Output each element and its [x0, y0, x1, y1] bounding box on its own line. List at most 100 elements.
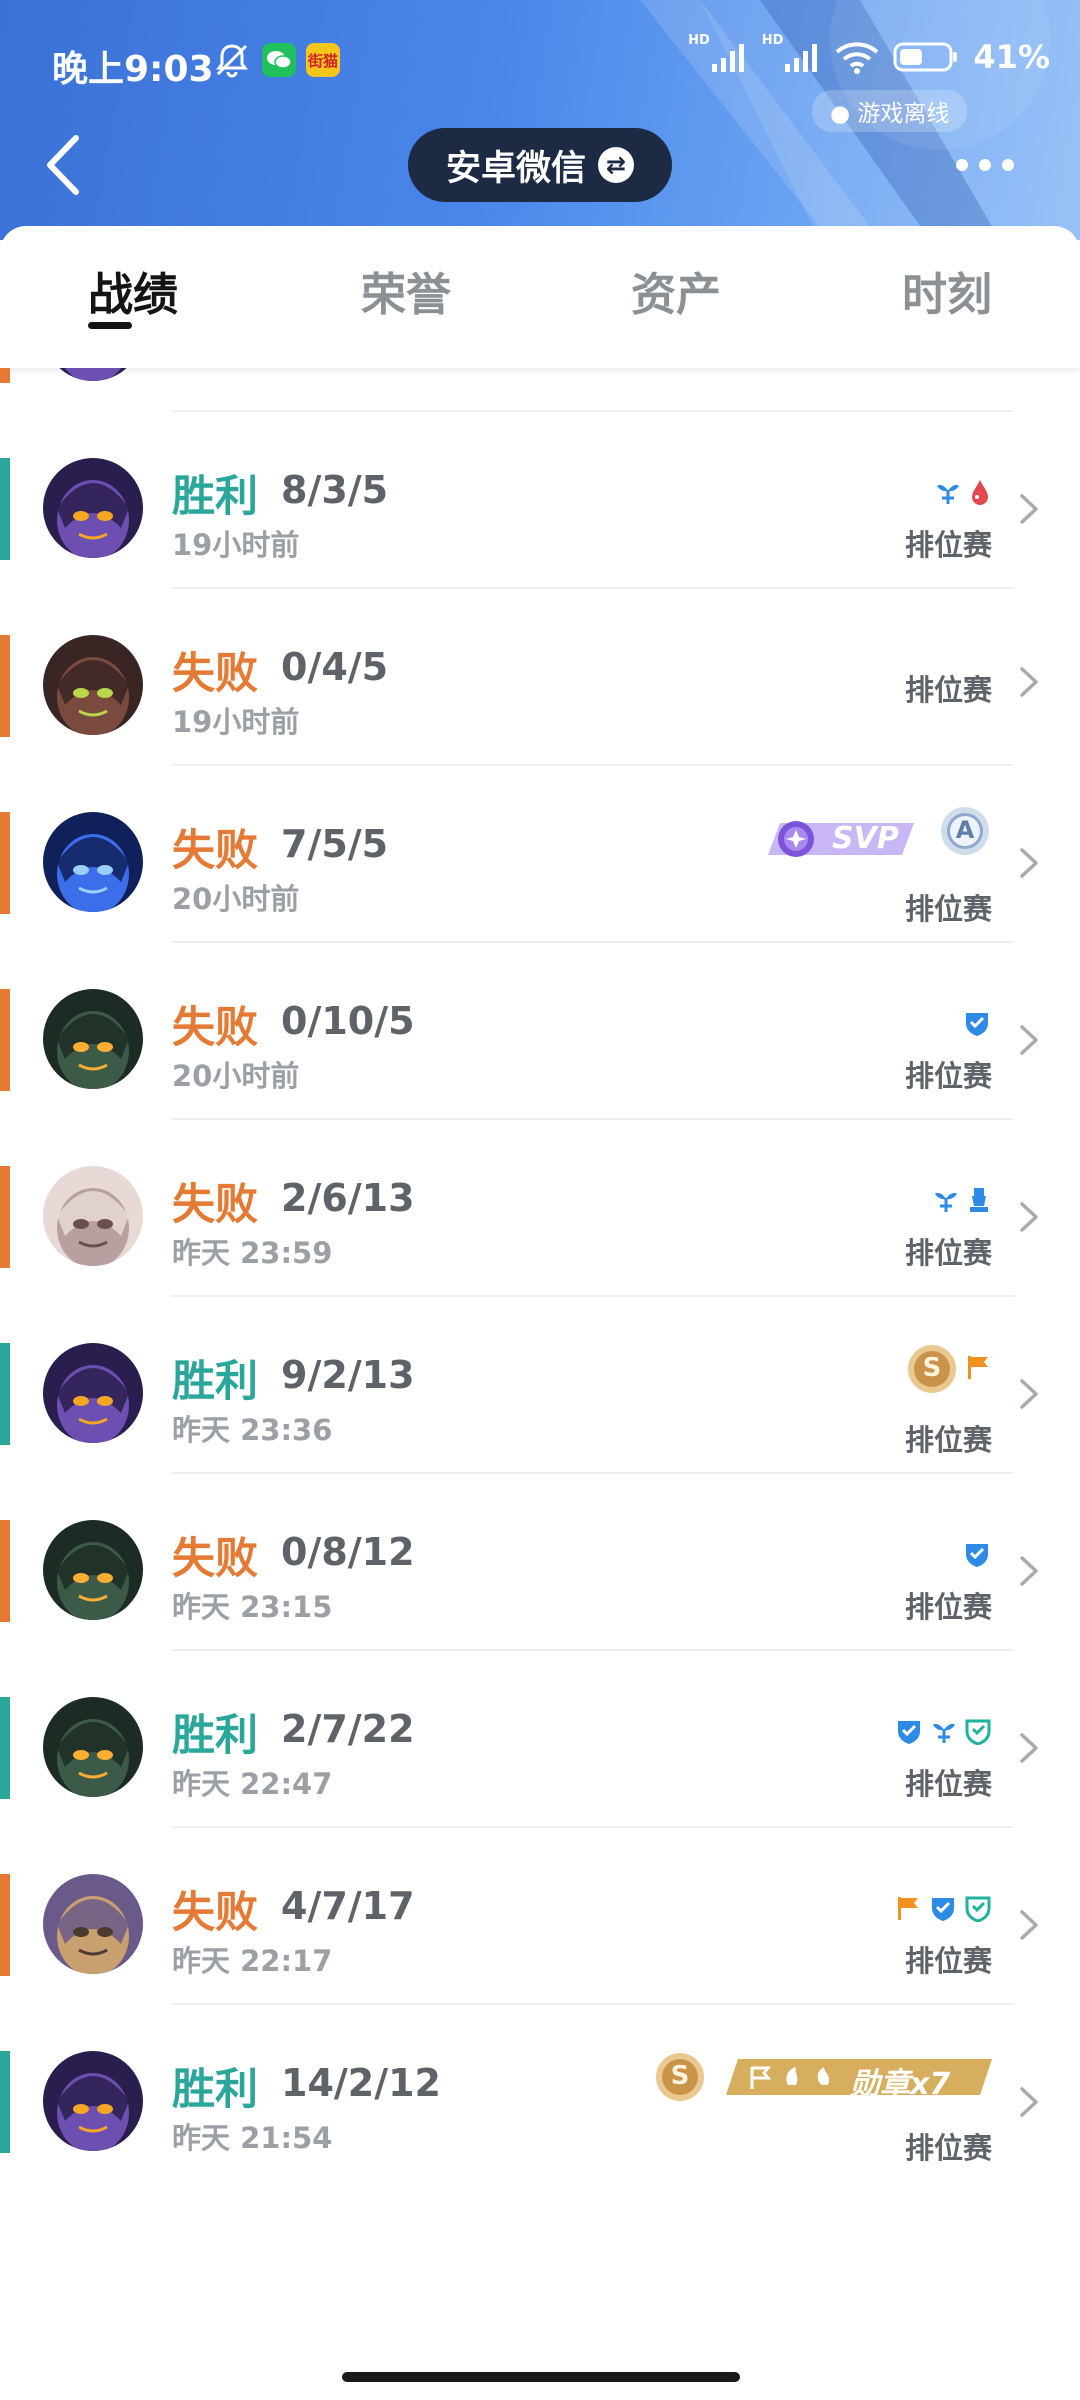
hero-avatar-green-hooded-hero — [43, 1697, 143, 1797]
match-kda: 0/4/5 — [281, 645, 389, 689]
match-badges: SVP A — [766, 807, 992, 866]
match-badges — [962, 1540, 992, 1572]
more-options-icon[interactable] — [956, 145, 1026, 185]
result-indicator — [0, 1697, 10, 1799]
swap-icon: ⇄ — [598, 147, 634, 183]
match-badges — [962, 1009, 992, 1041]
match-row-partial[interactable] — [0, 368, 1080, 412]
match-row[interactable]: 失败 0/10/5 20小时前 排位赛 — [0, 943, 1080, 1120]
sprout-icon — [934, 478, 962, 510]
match-mode: 排位赛 — [904, 2131, 992, 2165]
match-result: 胜利 — [172, 1711, 258, 1761]
grade-label: A — [955, 816, 975, 844]
wechat-icon — [262, 43, 296, 77]
signal-icon-2: HD — [762, 33, 822, 72]
match-time: 19小时前 — [172, 705, 300, 739]
match-badges — [894, 1894, 992, 1926]
match-row[interactable]: 失败 0/8/12 昨天 23:15 排位赛 — [0, 1474, 1080, 1651]
shield-icon — [962, 1540, 992, 1572]
tab-moments[interactable]: 时刻 — [902, 258, 992, 323]
match-time: 昨天 23:15 — [172, 1590, 333, 1624]
hero-avatar — [43, 368, 143, 381]
jiemao-app-icon: 街猫 — [306, 43, 340, 77]
match-result: 胜利 — [172, 1357, 258, 1407]
match-mode: 排位赛 — [904, 1590, 992, 1624]
hero-avatar-purple-hooded-hero — [43, 458, 143, 558]
tab-assets[interactable]: 资产 — [631, 258, 721, 323]
match-result: 失败 — [172, 1180, 258, 1230]
match-row[interactable]: 失败 2/6/13 昨天 23:59 排位赛 — [0, 1120, 1080, 1297]
match-time: 昨天 21:54 — [172, 2121, 333, 2155]
chevron-right-icon — [1020, 667, 1038, 697]
shield-icon — [962, 1009, 992, 1041]
s-medal-badge: S — [906, 1343, 958, 1395]
grade-a-badge: A — [938, 804, 992, 858]
match-mode: 排位赛 — [904, 1944, 992, 1978]
match-row[interactable]: 失败 4/7/17 昨天 22:17 排位赛 — [0, 1828, 1080, 2005]
match-kda: 9/2/13 — [281, 1353, 415, 1397]
match-badges: S 勋章x7 — [654, 2051, 992, 2103]
game-status-badge: ● 游戏离线 — [812, 90, 968, 132]
svp-label: SVP — [832, 821, 899, 856]
match-kda: 2/6/13 — [281, 1176, 415, 1220]
result-indicator — [0, 1166, 10, 1268]
match-time: 19小时前 — [172, 528, 300, 562]
match-time: 20小时前 — [172, 882, 300, 916]
match-result: 胜利 — [172, 472, 258, 522]
match-time: 昨天 22:17 — [172, 1944, 333, 1978]
result-indicator — [0, 1874, 10, 1976]
hero-avatar-green-hooded-hero — [43, 1520, 143, 1620]
match-result: 失败 — [172, 1534, 258, 1584]
sprout-icon — [930, 1717, 958, 1749]
tab-record[interactable]: 战绩 — [88, 258, 178, 323]
s-medal-badge: S — [654, 2051, 706, 2103]
match-result: 失败 — [172, 1888, 258, 1938]
guard-icon — [964, 1894, 992, 1926]
sprout-icon — [932, 1186, 960, 1218]
match-kda: 0/8/12 — [281, 1530, 415, 1574]
match-kda: 8/3/5 — [281, 468, 389, 512]
hero-avatar-pale-haired-hero — [43, 1166, 143, 1266]
shield-icon — [894, 1717, 924, 1749]
medal-label: S — [670, 2061, 690, 2091]
result-indicator — [0, 812, 10, 914]
medal-count-banner: 勋章x7 — [726, 2057, 992, 2102]
hero-avatar-blue-robot-hero — [43, 812, 143, 912]
match-kda: 4/7/17 — [281, 1884, 415, 1928]
flag-icon — [894, 1894, 922, 1926]
match-row[interactable]: 胜利 2/7/22 昨天 22:47 排位赛 — [0, 1651, 1080, 1828]
match-row[interactable]: 失败 0/4/5 19小时前 排位赛 — [0, 589, 1080, 766]
account-switcher[interactable]: 安卓微信 ⇄ — [408, 128, 672, 202]
hero-avatar-dark-armored-hero — [43, 635, 143, 735]
match-result: 失败 — [172, 1003, 258, 1053]
hero-avatar-green-hooded-hero — [43, 989, 143, 1089]
match-kda: 14/2/12 — [281, 2061, 441, 2105]
match-kda: 2/7/22 — [281, 1707, 415, 1751]
chevron-right-icon — [1020, 1379, 1038, 1409]
match-result: 失败 — [172, 649, 258, 699]
home-indicator[interactable] — [342, 2372, 740, 2382]
back-arrow-icon[interactable] — [38, 132, 98, 198]
match-row[interactable]: 失败 7/5/5 20小时前 SVP A 排位赛 — [0, 766, 1080, 943]
match-kda: 0/10/5 — [281, 999, 415, 1043]
match-mode: 排位赛 — [904, 892, 992, 926]
chevron-right-icon — [1020, 1202, 1038, 1232]
app-header: 晚上9:03 街猫 HD HD 41% ● 游戏离线 安卓微信 ⇄ — [0, 0, 1080, 240]
match-row[interactable]: 胜利 14/2/12 昨天 21:54 S 勋章x7 排位赛 — [0, 2005, 1080, 2182]
result-indicator — [0, 368, 10, 383]
match-badges — [932, 1186, 992, 1218]
tab-honor[interactable]: 荣誉 — [361, 258, 451, 323]
match-row[interactable]: 胜利 9/2/13 昨天 23:36 S 排位赛 — [0, 1297, 1080, 1474]
hero-avatar-hat-wearing-hero — [43, 1874, 143, 1974]
chevron-right-icon — [1020, 848, 1038, 878]
match-time: 昨天 22:47 — [172, 1767, 333, 1801]
match-badges — [894, 1717, 992, 1749]
hero-avatar-purple-hooded-hero — [43, 1343, 143, 1443]
match-row[interactable]: 胜利 8/3/5 19小时前 排位赛 — [0, 412, 1080, 589]
chevron-right-icon — [1020, 494, 1038, 524]
hero-avatar-purple-hooded-hero — [43, 2051, 143, 2151]
tab-bar: 战绩 荣誉 资产 时刻 — [0, 226, 1080, 368]
svp-badge: SVP — [766, 817, 918, 861]
match-kda: 7/5/5 — [281, 822, 389, 866]
match-history-list: 胜利 8/3/5 19小时前 排位赛 失败 0/4/5 19小时前 排位赛 失败 7/5/5 20小… — [0, 368, 1080, 2268]
